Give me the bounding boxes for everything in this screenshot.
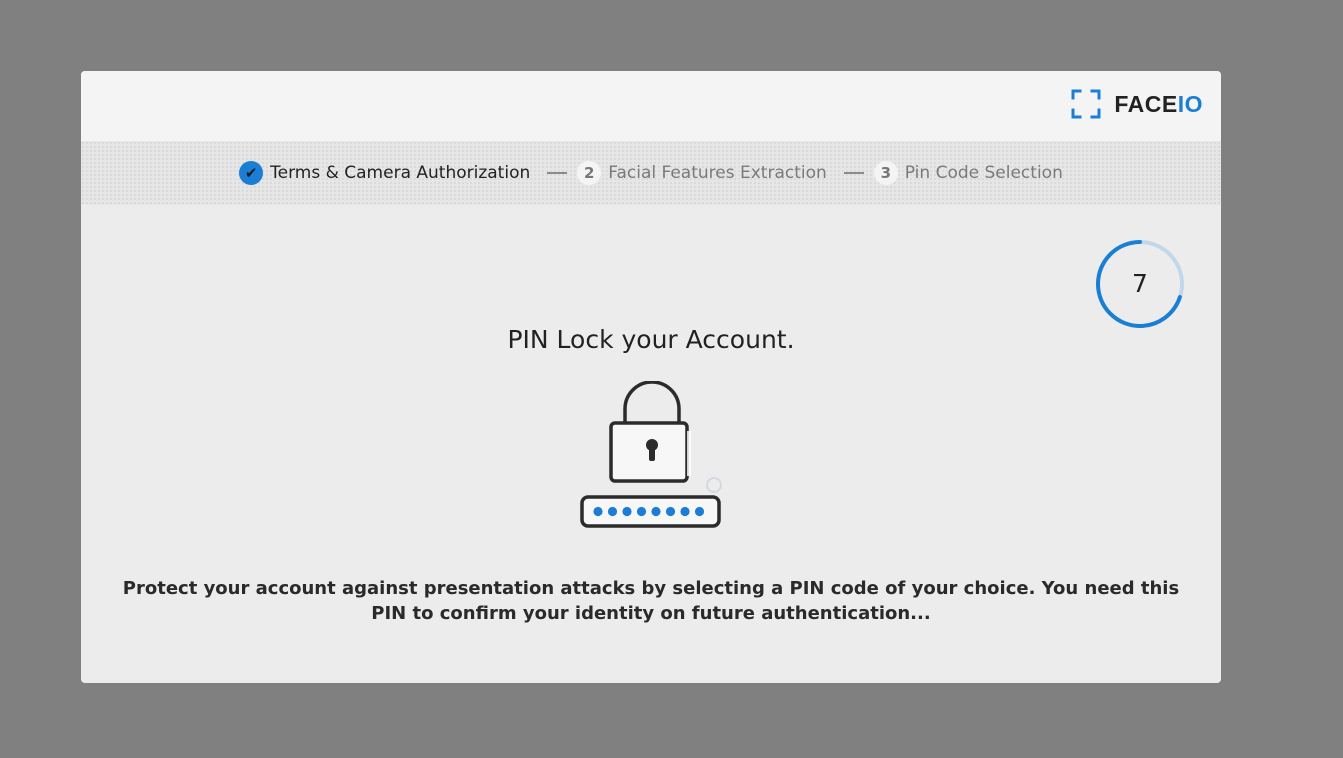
pin-dot (680, 506, 690, 517)
step-connector (547, 172, 568, 174)
countdown-timer: 7 (1094, 238, 1186, 330)
step-label-pin-code: Pin Code Selection (904, 163, 1063, 183)
pin-dot (636, 506, 647, 517)
modal-header: FACEIO (81, 71, 1221, 141)
logo-text-prefix: FACE (1114, 91, 1178, 117)
step-facial-features: 2 Facial Features Extraction (577, 161, 827, 185)
step-label-terms-camera: Terms & Camera Authorization (270, 163, 531, 183)
faceio-logo: FACEIO (1071, 89, 1203, 119)
pin-dot (593, 506, 603, 517)
face-frame-icon (1071, 89, 1101, 119)
step-number-badge: 3 (873, 161, 898, 185)
logo-text-accent: IO (1177, 91, 1203, 117)
step-connector (843, 172, 864, 174)
pin-dot (651, 506, 661, 517)
page-title: PIN Lock your Account. (507, 325, 795, 354)
pin-dot (622, 506, 632, 517)
step-completed-checkmark-icon: ✔ (239, 161, 264, 185)
padlock-pin-icon (580, 381, 722, 528)
countdown-value: 7 (1132, 269, 1148, 298)
pin-dot (665, 506, 676, 517)
logo-text: FACEIO (1114, 89, 1203, 119)
step-terms-camera: ✔ Terms & Camera Authorization (239, 161, 530, 185)
step-number-badge: 2 (577, 161, 602, 185)
step-pin-code: 3 Pin Code Selection (873, 161, 1063, 185)
pin-dot (607, 506, 618, 517)
pin-dot (694, 506, 705, 517)
enrollment-modal: FACEIO ✔ Terms & Camera Authorization 2 … (81, 71, 1221, 683)
step-label-facial-features: Facial Features Extraction (608, 163, 827, 183)
enrollment-stepper: ✔ Terms & Camera Authorization 2 Facial … (81, 141, 1221, 205)
instruction-text: Protect your account against presentatio… (122, 578, 1180, 624)
